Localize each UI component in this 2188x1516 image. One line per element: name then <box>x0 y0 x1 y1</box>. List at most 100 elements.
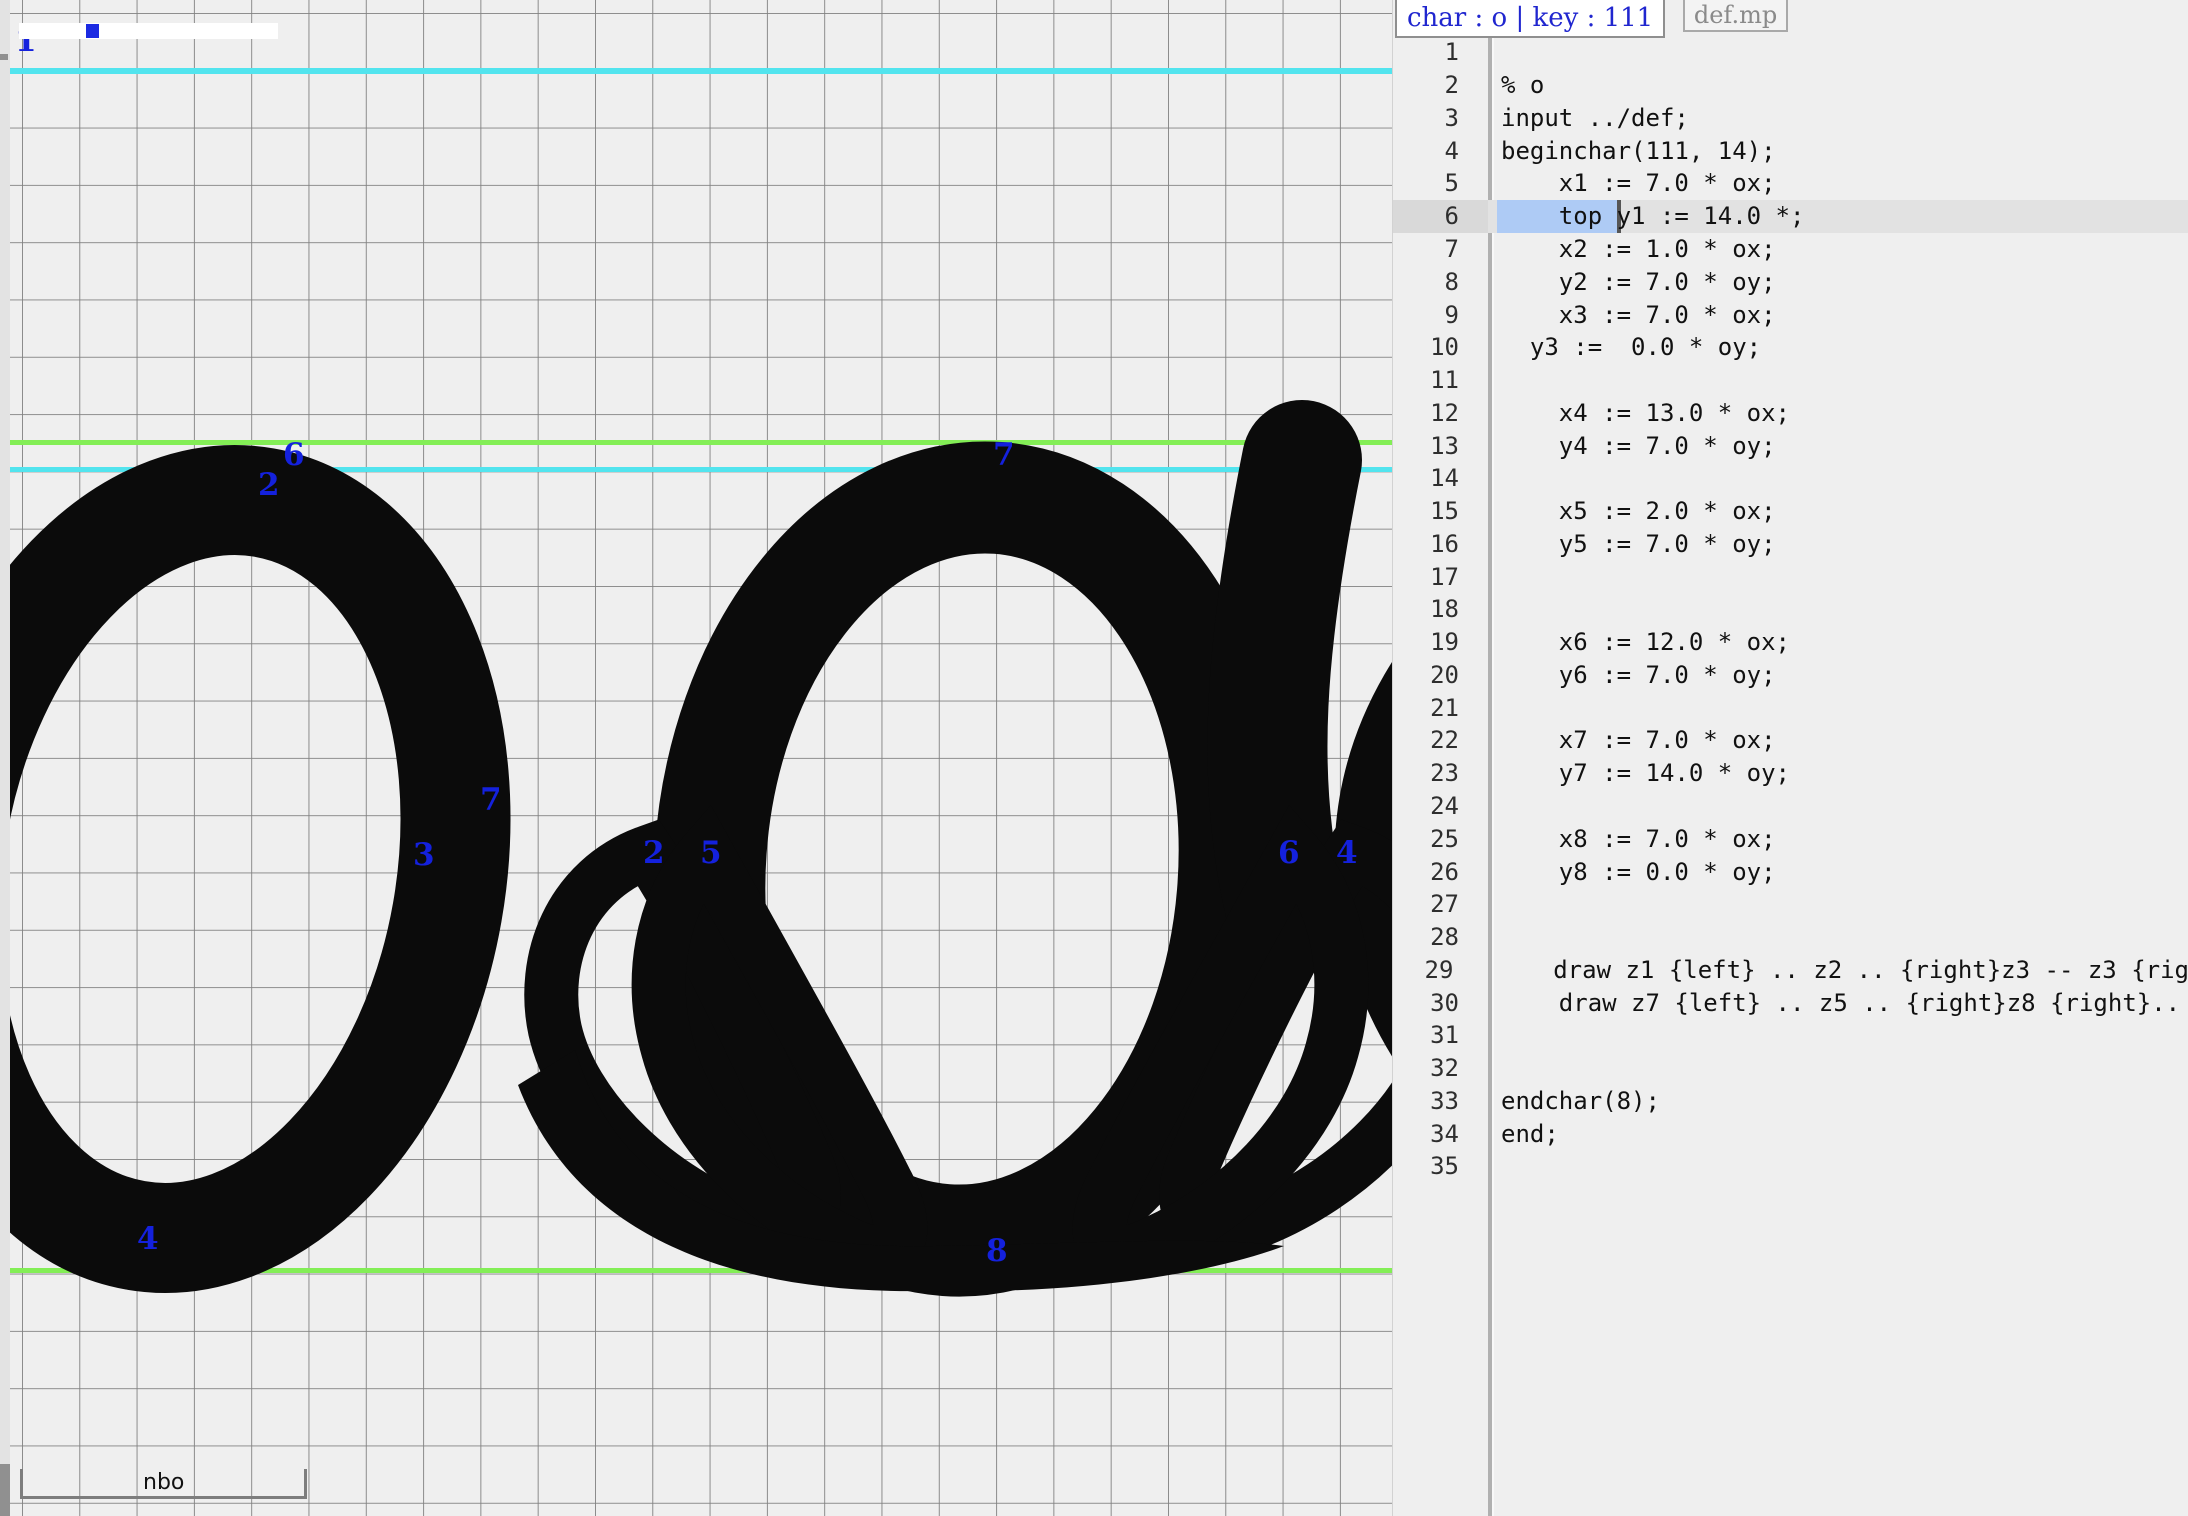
line-number: 16 <box>1393 530 1459 558</box>
line-text[interactable]: y4 := 7.0 * oy; <box>1501 432 1776 460</box>
code-line[interactable]: 13 y4 := 7.0 * oy; <box>1393 429 2188 462</box>
line-text[interactable]: beginchar(111, 14); <box>1501 137 1776 165</box>
line-text[interactable]: endchar(8); <box>1501 1087 1660 1115</box>
preview-slider-handle[interactable] <box>86 24 99 38</box>
tab-def-mp[interactable]: def.mp <box>1683 0 1788 32</box>
code-line[interactable]: 33endchar(8); <box>1393 1085 2188 1118</box>
line-text[interactable]: end; <box>1501 1120 1559 1148</box>
line-text[interactable]: y6 := 7.0 * oy; <box>1501 661 1776 689</box>
line-text[interactable]: x3 := 7.0 * ox; <box>1501 301 1776 329</box>
preview-slider-track[interactable] <box>19 23 278 39</box>
line-number: 13 <box>1393 432 1459 460</box>
point-label-7[interactable]: 7 <box>480 785 502 816</box>
code-line[interactable]: 21 <box>1393 691 2188 724</box>
point-label-2[interactable]: 2 <box>643 838 665 869</box>
code-line[interactable]: 14 <box>1393 462 2188 495</box>
width-bracket-left-tick <box>20 1469 23 1499</box>
line-number: 31 <box>1393 1021 1459 1049</box>
line-text[interactable]: x8 := 7.0 * ox; <box>1501 825 1776 853</box>
line-text[interactable]: x2 := 1.0 * ox; <box>1501 235 1776 263</box>
code-editor-panel: char : o | key : 111 def.mp 1 2 % o 3input … <box>1392 0 2188 1516</box>
line-number: 8 <box>1393 268 1459 296</box>
line-number: 17 <box>1393 563 1459 591</box>
glyph-group-label[interactable]: nbo <box>143 1470 184 1495</box>
code-line[interactable]: 26 y8 := 0.0 * oy; <box>1393 855 2188 888</box>
line-number: 25 <box>1393 825 1459 853</box>
point-label-6[interactable]: 6 <box>1278 838 1300 869</box>
line-text[interactable]: x5 := 2.0 * ox; <box>1501 497 1776 525</box>
code-line[interactable]: 16 y5 := 7.0 * oy; <box>1393 527 2188 560</box>
line-text[interactable]: y2 := 7.0 * oy; <box>1501 268 1776 296</box>
code-line[interactable]: 35 <box>1393 1150 2188 1183</box>
code-line[interactable]: 7 x2 := 1.0 * ox; <box>1393 233 2188 266</box>
code-line[interactable]: 5 x1 := 7.0 * ox; <box>1393 167 2188 200</box>
point-label-7[interactable]: 7 <box>993 440 1015 471</box>
code-line[interactable]: 27 <box>1393 888 2188 921</box>
point-label-5[interactable]: 5 <box>700 838 722 869</box>
code-line[interactable]: 17 <box>1393 560 2188 593</box>
code-line[interactable]: 25 x8 := 7.0 * ox; <box>1393 822 2188 855</box>
code-line[interactable]: 2 % o <box>1393 69 2188 102</box>
point-label-3[interactable]: 3 <box>413 840 435 871</box>
code-line[interactable]: 1 <box>1393 36 2188 69</box>
code-line[interactable]: 15 x5 := 2.0 * ox; <box>1393 495 2188 528</box>
line-text[interactable]: y5 := 7.0 * oy; <box>1501 530 1776 558</box>
code-line[interactable]: 20 y6 := 7.0 * oy; <box>1393 659 2188 692</box>
code-line[interactable]: 31 <box>1393 1019 2188 1052</box>
line-text[interactable]: input ../def; <box>1501 104 1689 132</box>
line-number: 2 <box>1393 71 1459 99</box>
line-number: 32 <box>1393 1054 1459 1082</box>
line-text[interactable]: x6 := 12.0 * ox; <box>1501 628 1790 656</box>
code-line[interactable]: 6 top y1 := 14.0 *; <box>1393 200 2188 233</box>
app-window: 162773256448 nbo char : o | key : 111 de… <box>0 0 2188 1516</box>
line-text[interactable]: top y1 := 14.0 *; <box>1501 202 1804 230</box>
line-text[interactable]: x1 := 7.0 * ox; <box>1501 169 1776 197</box>
line-number: 21 <box>1393 694 1459 722</box>
code-line[interactable]: 3input ../def; <box>1393 102 2188 135</box>
point-label-2[interactable]: 2 <box>258 470 280 501</box>
line-number: 24 <box>1393 792 1459 820</box>
line-number: 20 <box>1393 661 1459 689</box>
code-line[interactable]: 34end; <box>1393 1117 2188 1150</box>
line-text[interactable]: y3 := 0.0 * oy; <box>1501 333 1761 361</box>
line-number: 4 <box>1393 137 1459 165</box>
point-label-8[interactable]: 8 <box>986 1236 1008 1267</box>
width-bracket-bar <box>20 1496 307 1499</box>
glyph-canvas[interactable]: 162773256448 nbo <box>0 0 1392 1516</box>
code-line[interactable]: 12 x4 := 13.0 * ox; <box>1393 396 2188 429</box>
point-label-6[interactable]: 6 <box>283 440 305 471</box>
point-label-4[interactable]: 4 <box>137 1224 159 1255</box>
line-text[interactable]: draw z1 {left} .. z2 .. {right}z3 -- z3 … <box>1495 956 2188 984</box>
code-line[interactable]: 18 <box>1393 593 2188 626</box>
canvas-scrollbar-track[interactable] <box>0 0 10 1516</box>
line-number: 29 <box>1393 956 1453 984</box>
code-line[interactable]: 8 y2 := 7.0 * oy; <box>1393 265 2188 298</box>
point-label-4[interactable]: 4 <box>1336 838 1358 869</box>
canvas-scrollbar-thumb[interactable] <box>0 1464 10 1516</box>
line-text[interactable]: y8 := 0.0 * oy; <box>1501 858 1776 886</box>
code-line[interactable]: 22 x7 := 7.0 * ox; <box>1393 724 2188 757</box>
code-line[interactable]: 10 y3 := 0.0 * oy; <box>1393 331 2188 364</box>
code-line[interactable]: 19 x6 := 12.0 * ox; <box>1393 626 2188 659</box>
tab-char-o[interactable]: char : o | key : 111 <box>1395 0 1665 38</box>
line-number: 7 <box>1393 235 1459 263</box>
code-line[interactable]: 28 <box>1393 921 2188 954</box>
canvas-scrollbar-mark <box>0 54 8 60</box>
code-line[interactable]: 23 y7 := 14.0 * oy; <box>1393 757 2188 790</box>
code-line[interactable]: 32 <box>1393 1052 2188 1085</box>
code-line[interactable]: 30 draw z7 {left} .. z5 .. {right}z8 {ri… <box>1393 986 2188 1019</box>
code-line[interactable]: 9 x3 := 7.0 * ox; <box>1393 298 2188 331</box>
line-number: 23 <box>1393 759 1459 787</box>
line-number: 28 <box>1393 923 1459 951</box>
code-line[interactable]: 24 <box>1393 790 2188 823</box>
code-line[interactable]: 11 <box>1393 364 2188 397</box>
line-text[interactable]: y7 := 14.0 * oy; <box>1501 759 1790 787</box>
line-text[interactable]: draw z7 {left} .. z5 .. {right}z8 {right… <box>1501 989 2180 1017</box>
line-text[interactable]: x4 := 13.0 * ox; <box>1501 399 1790 427</box>
line-number: 1 <box>1393 38 1459 66</box>
code-line[interactable]: 29 draw z1 {left} .. z2 .. {right}z3 -- … <box>1393 953 2188 986</box>
code-line[interactable]: 4 beginchar(111, 14); <box>1393 134 2188 167</box>
line-text[interactable]: % o <box>1501 71 1544 99</box>
line-text[interactable]: x7 := 7.0 * ox; <box>1501 726 1776 754</box>
code-lines: 1 2 % o 3input ../def;4 beginchar(111, 14);5… <box>1393 36 2188 1183</box>
